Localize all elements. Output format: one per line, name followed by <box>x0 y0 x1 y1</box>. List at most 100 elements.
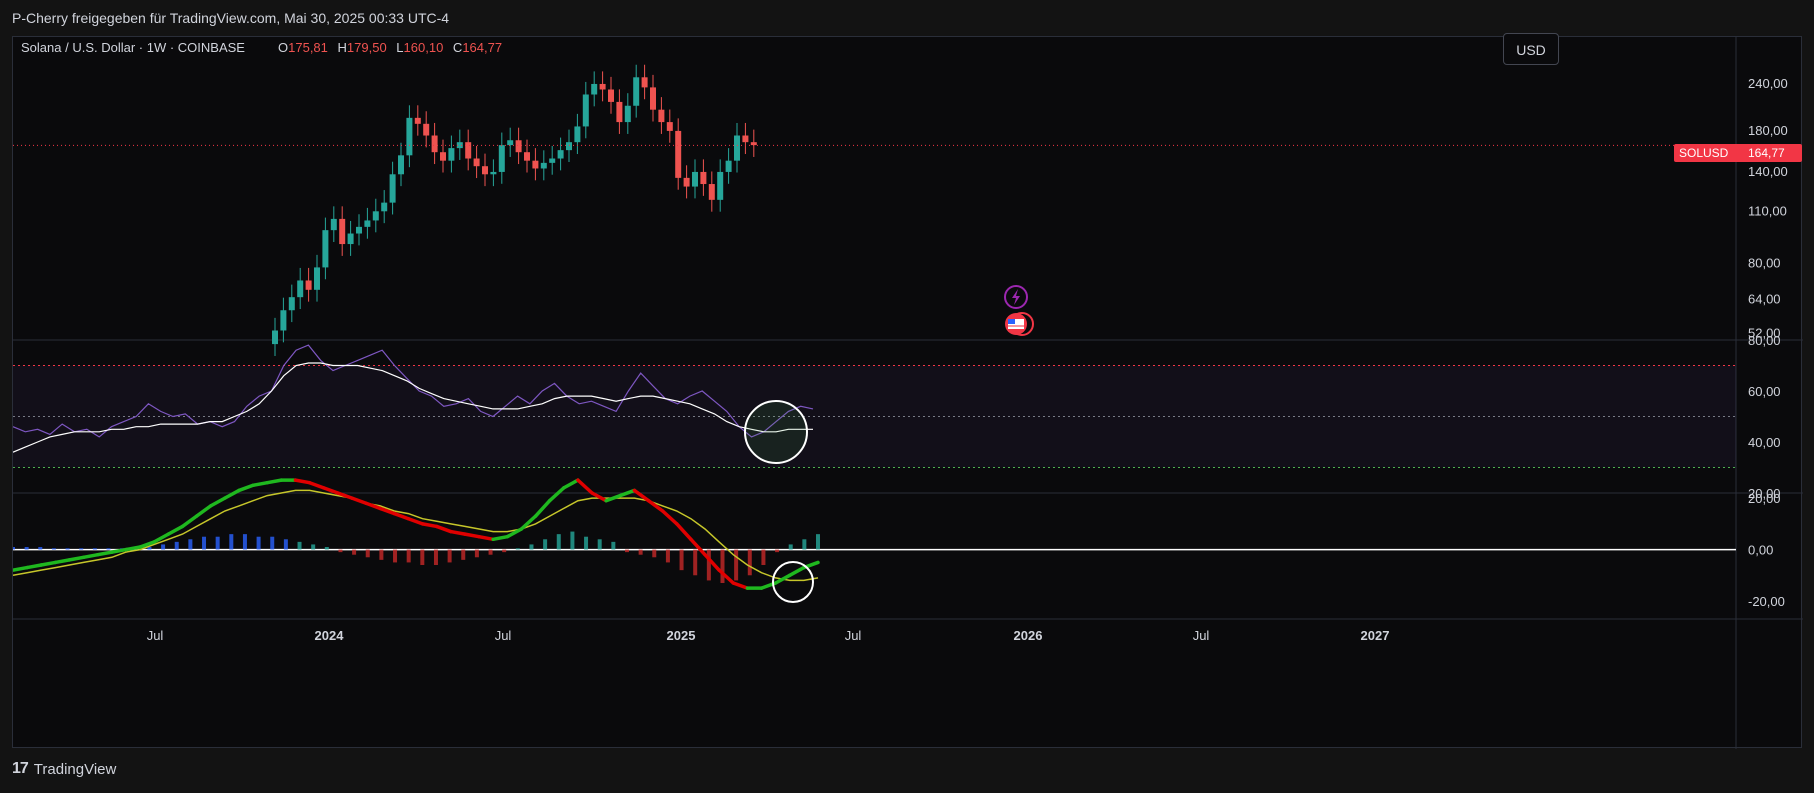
candle-body[interactable] <box>389 174 396 203</box>
candle-body[interactable] <box>708 184 715 200</box>
macd-line-segment[interactable] <box>547 486 566 503</box>
macd-pane[interactable] <box>11 478 1736 590</box>
candle-body[interactable] <box>700 171 707 185</box>
macd-line-segment[interactable] <box>576 478 594 495</box>
macd-line-segment[interactable] <box>463 532 481 539</box>
candle-body[interactable] <box>431 135 438 153</box>
candle-body[interactable] <box>347 233 354 245</box>
chart-frame[interactable]: Solana / U.S. Dollar · 1W · COINBASE O17… <box>11 33 1803 749</box>
candle-body[interactable] <box>440 152 446 161</box>
currency-button[interactable]: USD <box>1503 33 1559 65</box>
candle-body[interactable] <box>524 152 530 161</box>
candle-body[interactable] <box>473 158 480 167</box>
candle-body[interactable] <box>498 145 505 172</box>
candle-body[interactable] <box>398 155 404 175</box>
candle-body[interactable] <box>675 130 682 178</box>
candle-body[interactable] <box>734 135 740 161</box>
macd-line-segment[interactable] <box>81 552 100 560</box>
candle-body[interactable] <box>725 160 732 172</box>
candle-body[interactable] <box>717 171 724 200</box>
macd-line-segment[interactable] <box>350 496 368 506</box>
candle-body[interactable] <box>406 117 413 156</box>
macd-line-segment[interactable] <box>251 480 269 488</box>
macd-line-segment[interactable] <box>731 581 750 590</box>
rsi-pane[interactable] <box>12 344 1736 468</box>
macd-line-segment[interactable] <box>491 534 510 542</box>
macd-line-segment[interactable] <box>364 501 382 511</box>
macd-line-segment[interactable] <box>773 573 792 585</box>
macd-line-segment[interactable] <box>533 498 552 518</box>
macd-line-segment[interactable] <box>223 488 241 500</box>
macd-line-segment[interactable] <box>420 522 439 529</box>
macd-line-segment[interactable] <box>689 537 707 557</box>
candle-body[interactable] <box>356 226 362 234</box>
candle-body[interactable] <box>650 87 656 110</box>
candle-body[interactable] <box>540 162 547 169</box>
candle-body[interactable] <box>582 94 589 127</box>
candle-body[interactable] <box>666 122 673 131</box>
candle-body[interactable] <box>742 135 749 143</box>
macd-line-segment[interactable] <box>336 491 354 500</box>
macd-line-segment[interactable] <box>590 491 608 503</box>
macd-line-segment[interactable] <box>406 516 425 526</box>
candle-body[interactable] <box>339 218 346 245</box>
macd-line-segment[interactable] <box>604 493 623 503</box>
macd-line-segment[interactable] <box>67 555 86 562</box>
macd-line-segment[interactable] <box>660 509 679 526</box>
candle-body[interactable] <box>423 123 430 136</box>
macd-line-segment[interactable] <box>788 565 806 578</box>
lightning-event-icon[interactable] <box>1004 285 1028 309</box>
macd-line-segment[interactable] <box>39 560 58 567</box>
candle-body[interactable] <box>616 101 623 123</box>
candle-body[interactable] <box>608 89 614 102</box>
candle-body[interactable] <box>448 148 455 161</box>
candle-body[interactable] <box>591 83 598 95</box>
candle-body[interactable] <box>381 202 388 212</box>
macd-line-segment[interactable] <box>378 506 397 516</box>
candle-body[interactable] <box>641 77 648 88</box>
macd-line-segment[interactable] <box>53 558 72 565</box>
macd-line-segment[interactable] <box>321 486 340 495</box>
candle-body[interactable] <box>305 280 312 290</box>
macd-line-segment[interactable] <box>138 540 156 549</box>
macd-line-segment[interactable] <box>194 504 213 518</box>
candle-body[interactable] <box>549 158 556 163</box>
candle-body[interactable] <box>658 109 665 123</box>
macd-line-segment[interactable] <box>392 511 411 521</box>
candle-body[interactable] <box>272 330 278 345</box>
candle-body[interactable] <box>414 117 421 124</box>
macd-line-segment[interactable] <box>562 478 580 490</box>
macd-line-segment[interactable] <box>307 480 326 490</box>
macd-signal-line[interactable] <box>12 489 819 582</box>
macd-line-segment[interactable] <box>265 478 284 485</box>
macd-line-segment[interactable] <box>449 529 467 536</box>
candle-body[interactable] <box>750 142 757 146</box>
tradingview-logo[interactable]: 17 TradingView <box>12 760 116 778</box>
symbol-legend[interactable]: Solana / U.S. Dollar · 1W · COINBASE <box>21 40 245 55</box>
macd-line-segment[interactable] <box>95 550 114 557</box>
macd-line-segment[interactable] <box>166 524 185 536</box>
macd-line-segment[interactable] <box>208 496 227 508</box>
candle-body[interactable] <box>322 230 329 268</box>
macd-line-segment[interactable] <box>618 488 637 498</box>
candle-body[interactable] <box>465 142 472 159</box>
candle-body[interactable] <box>288 297 295 311</box>
candle-body[interactable] <box>532 160 539 169</box>
candle-body[interactable] <box>297 280 304 298</box>
candle-body[interactable] <box>566 142 572 151</box>
candle-body[interactable] <box>599 83 606 90</box>
macd-line-segment[interactable] <box>237 483 255 493</box>
macd-line-segment[interactable] <box>180 514 199 529</box>
candle-body[interactable] <box>692 171 698 187</box>
macd-line-segment[interactable] <box>477 534 495 542</box>
macd-line-segment[interactable] <box>293 478 312 485</box>
chart-svg[interactable]: Solana / U.S. Dollar · 1W · COINBASE O17… <box>11 37 1803 749</box>
candle-body[interactable] <box>507 140 514 146</box>
us-flag-event-icon[interactable] <box>1005 312 1034 336</box>
candle-body[interactable] <box>482 166 488 175</box>
macd-line-segment[interactable] <box>11 565 29 572</box>
candle-body[interactable] <box>330 218 337 231</box>
macd-line-segment[interactable] <box>25 563 43 570</box>
candle-body[interactable] <box>557 150 564 159</box>
macd-line-segment[interactable] <box>434 524 453 534</box>
